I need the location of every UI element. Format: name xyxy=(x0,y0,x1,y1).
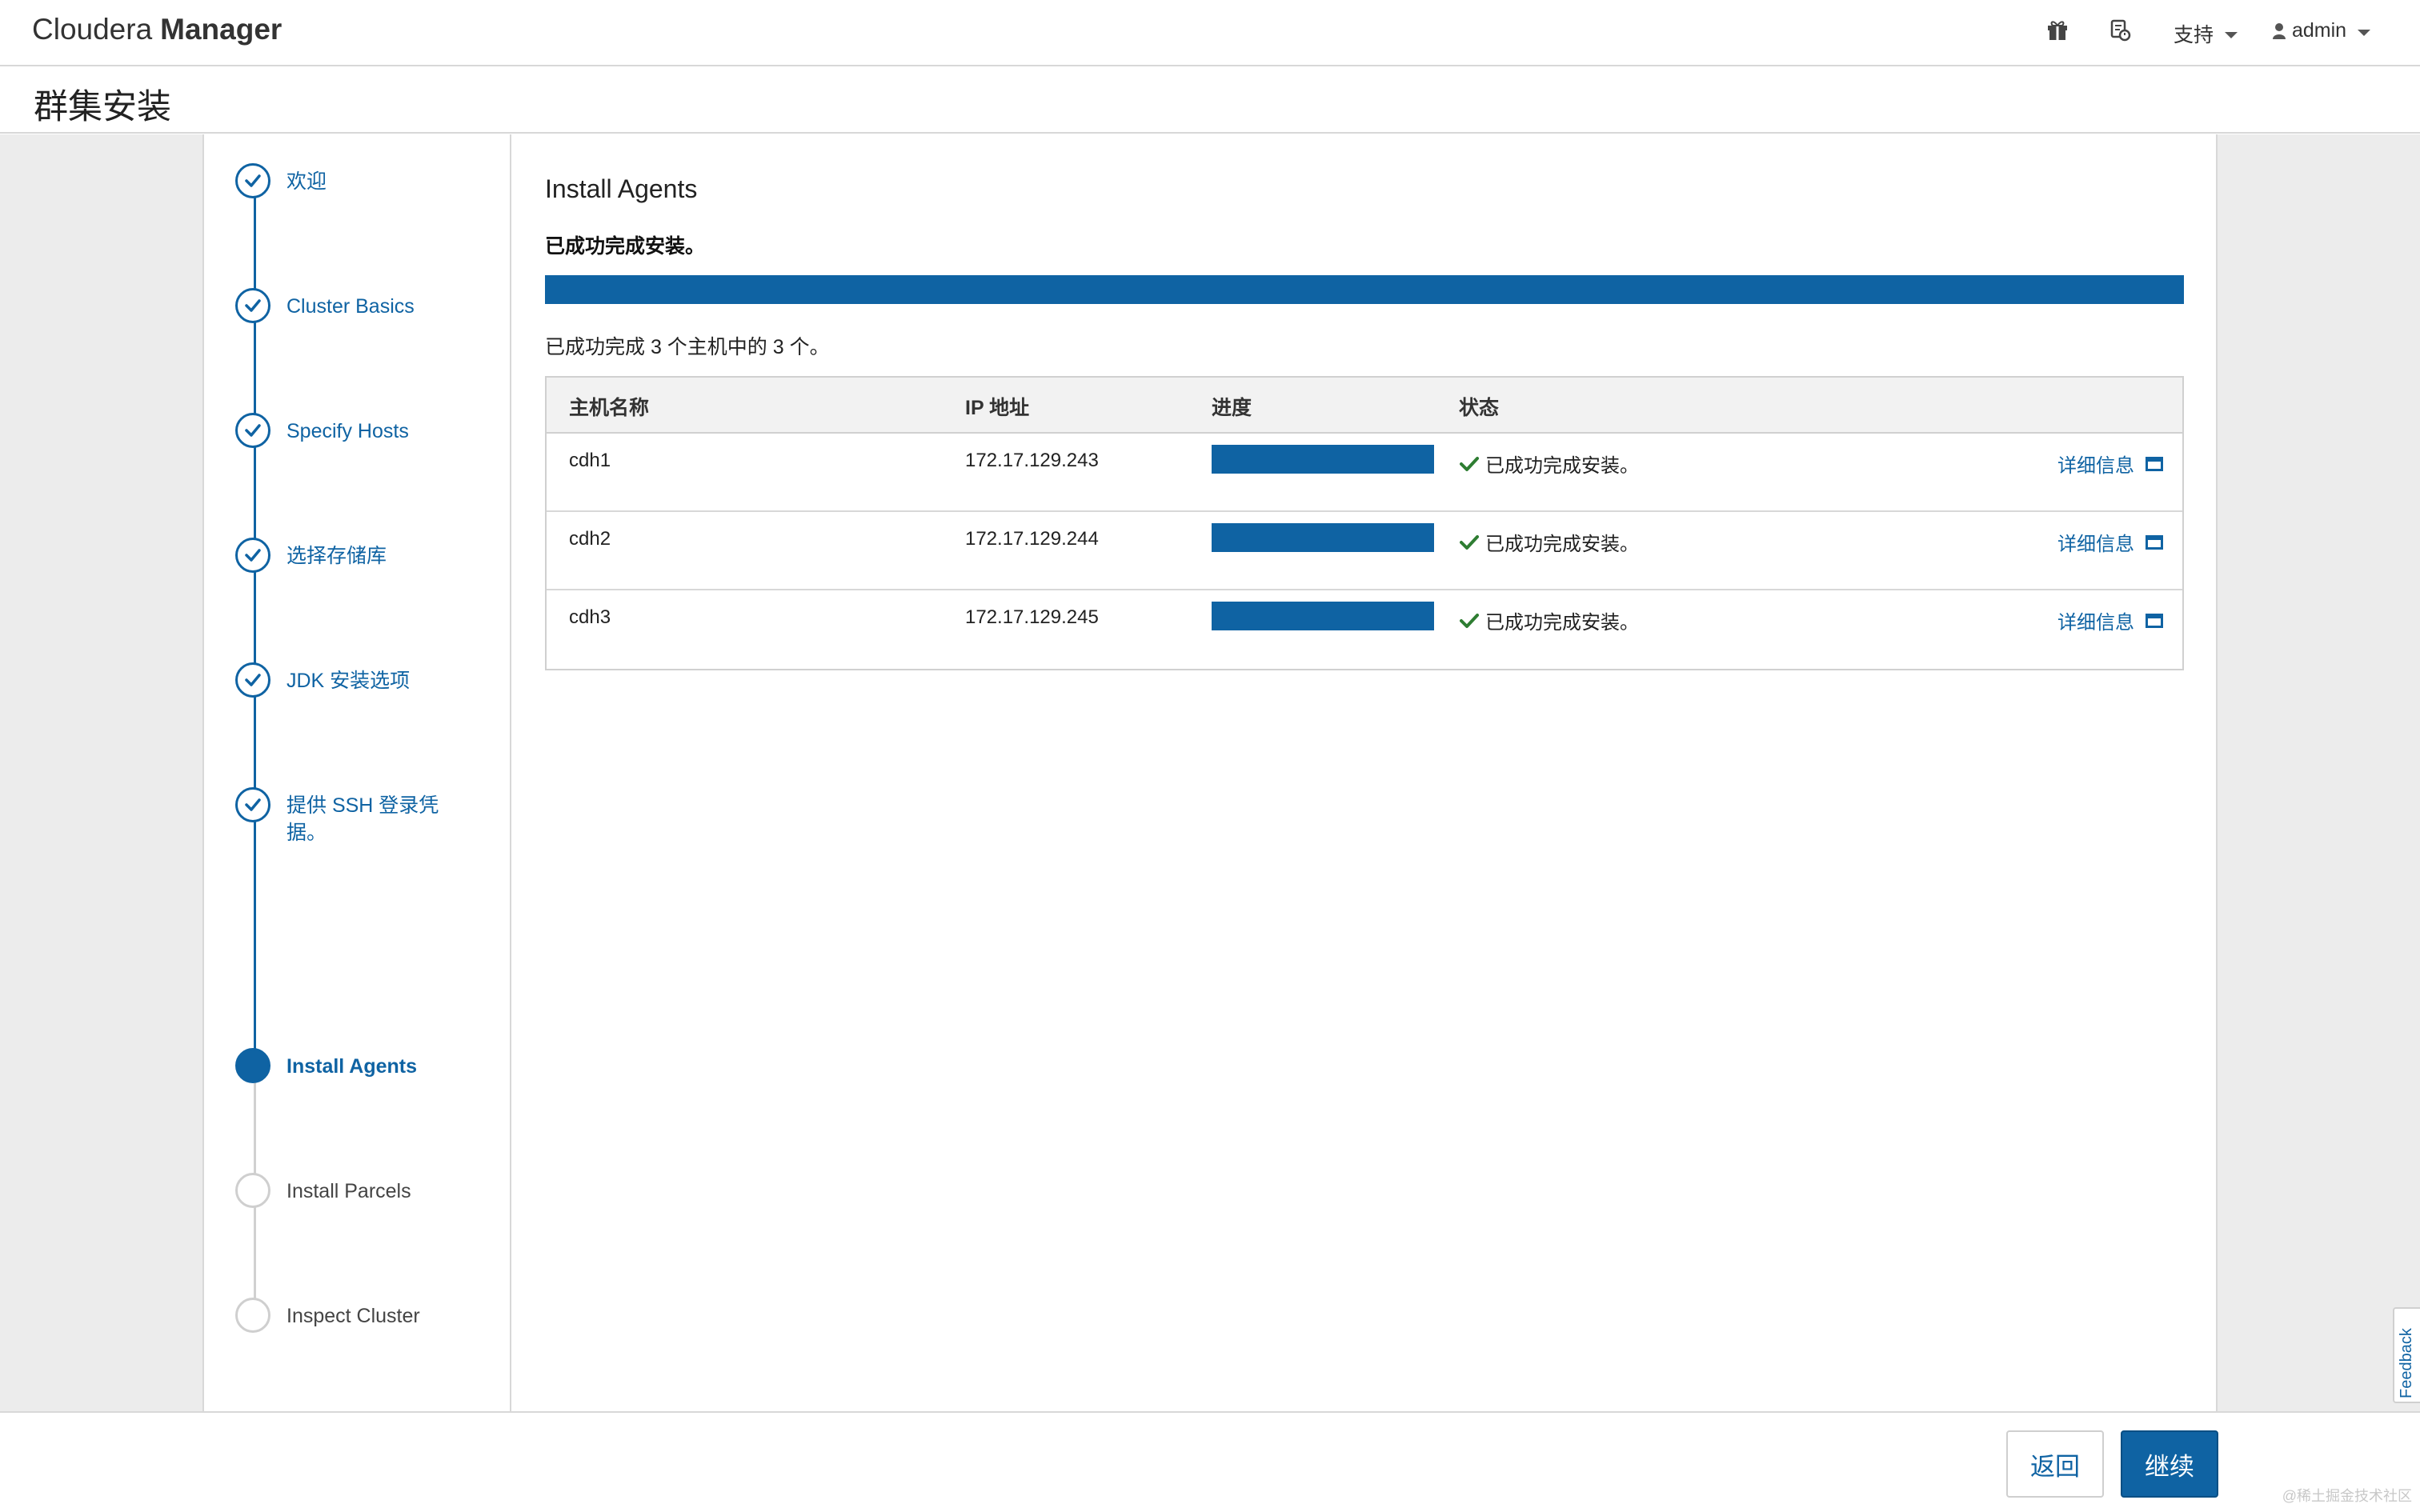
wizard-step-label: 欢迎 xyxy=(286,170,327,193)
gift-icon[interactable] xyxy=(2045,18,2074,46)
user-menu[interactable]: admin xyxy=(2273,19,2371,42)
host-status-text: 已成功完成安装。 xyxy=(1485,455,1639,477)
wizard-panel: 欢迎 Cluster Basics Specify Hosts 选择存储库 JDK 安装… xyxy=(202,134,2218,1411)
wizard-step-label: JDK 安装选项 xyxy=(286,670,411,692)
details-link[interactable]: 详细信息 xyxy=(2057,450,2163,478)
install-summary: 已成功完成安装。 xyxy=(545,235,706,258)
check-icon xyxy=(1460,534,1479,550)
back-button[interactable]: 返回 xyxy=(2006,1430,2104,1498)
host-progress-bar xyxy=(1212,523,1434,552)
column-header-status: 状态 xyxy=(1459,397,1500,419)
popup-window-icon xyxy=(2146,613,2163,628)
step-check-icon xyxy=(235,413,270,448)
chevron-down-icon xyxy=(2225,32,2238,38)
overall-progress-bar xyxy=(545,275,2184,304)
column-header-ip: IP 地址 xyxy=(965,397,1030,419)
column-header-host: 主机名称 xyxy=(569,397,650,419)
host-status: 已成功完成安装。 xyxy=(1460,606,1639,634)
wizard-step[interactable]: JDK 安装选项 xyxy=(235,662,447,698)
install-agents-content: Install Agents 已成功完成安装。 已成功完成 3 个主机中的 3 … xyxy=(545,174,2184,670)
table-row: cdh1 172.17.129.243 已成功完成安装。 详细信息 xyxy=(547,434,2182,512)
top-navbar: Cloudera Manager 支持 admin xyxy=(0,0,2420,66)
wizard-step-label: Install Agents xyxy=(286,1055,417,1078)
wizard-footer: 返回 继续 xyxy=(0,1411,2420,1512)
feedback-label: Feedback xyxy=(2398,1328,2415,1398)
wizard-step: Install Parcels xyxy=(235,1173,447,1208)
user-icon xyxy=(2273,22,2286,39)
popup-window-icon xyxy=(2146,534,2163,550)
watermark: @稀土掘金技术社区 xyxy=(2282,1488,2412,1504)
wizard-step-label: Specify Hosts xyxy=(286,420,409,442)
support-menu[interactable]: 支持 xyxy=(2174,19,2238,48)
host-status-text: 已成功完成安装。 xyxy=(1485,612,1639,634)
host-ip: 172.17.129.243 xyxy=(965,450,1099,471)
step-check-icon xyxy=(235,787,270,822)
step-check-icon xyxy=(235,288,270,323)
wizard-step-label: 选择存储库 xyxy=(286,545,387,567)
section-title: Install Agents xyxy=(545,174,698,203)
wizard-step-label: Inspect Cluster xyxy=(286,1305,420,1327)
feedback-tab[interactable]: Feedback xyxy=(2393,1307,2420,1403)
hosts-table: 主机名称 IP 地址 进度 状态 cdh1 172.17.129.243 已成功完成… xyxy=(545,376,2184,670)
page-title: 群集安装 xyxy=(34,88,171,126)
brand-name: Cloudera xyxy=(32,13,153,46)
host-status-text: 已成功完成安装。 xyxy=(1485,534,1639,555)
host-status: 已成功完成安装。 xyxy=(1460,528,1639,556)
wizard-step: Install Agents xyxy=(235,1048,447,1083)
wizard-steps: 欢迎 Cluster Basics Specify Hosts 选择存储库 JDK 安装… xyxy=(204,134,511,1411)
host-name: cdh2 xyxy=(569,528,611,550)
column-header-progress: 进度 xyxy=(1212,397,1252,419)
details-link[interactable]: 详细信息 xyxy=(2057,606,2163,634)
step-check-icon xyxy=(235,662,270,698)
host-progress-bar xyxy=(1212,445,1434,474)
wizard-step-label: Install Parcels xyxy=(286,1180,411,1202)
continue-button[interactable]: 继续 xyxy=(2121,1430,2218,1498)
step-status-icon xyxy=(235,1298,270,1333)
check-icon xyxy=(1460,456,1479,471)
wizard-step[interactable]: 选择存储库 xyxy=(235,538,447,573)
popup-window-icon xyxy=(2146,456,2163,471)
host-status: 已成功完成安装。 xyxy=(1460,450,1639,478)
wizard-step: Inspect Cluster xyxy=(235,1298,447,1333)
wizard-step-label: Cluster Basics xyxy=(286,295,415,318)
wizard-step[interactable]: 欢迎 xyxy=(235,163,447,198)
brand-product: Manager xyxy=(160,13,282,46)
wizard-step[interactable]: Specify Hosts xyxy=(235,413,447,448)
step-status-icon xyxy=(235,1173,270,1208)
details-link[interactable]: 详细信息 xyxy=(2057,528,2163,556)
table-row: cdh3 172.17.129.245 已成功完成安装。 详细信息 xyxy=(547,590,2182,669)
details-label: 详细信息 xyxy=(2057,455,2134,477)
wizard-step-label: 提供 SSH 登录凭据。 xyxy=(286,794,439,844)
host-ip: 172.17.129.244 xyxy=(965,528,1099,550)
table-row: cdh2 172.17.129.244 已成功完成安装。 详细信息 xyxy=(547,512,2182,590)
host-name: cdh3 xyxy=(569,606,611,628)
chevron-down-icon xyxy=(2358,29,2371,36)
step-check-icon xyxy=(235,538,270,573)
support-label: 支持 xyxy=(2174,24,2214,46)
wizard-step[interactable]: 提供 SSH 登录凭据。 xyxy=(235,787,447,846)
user-label: admin xyxy=(2292,19,2347,42)
host-count-text: 已成功完成 3 个主机中的 3 个。 xyxy=(545,336,830,358)
host-ip: 172.17.129.245 xyxy=(965,606,1099,628)
host-progress-bar xyxy=(1212,602,1434,630)
step-status-icon xyxy=(235,1048,270,1083)
host-name: cdh1 xyxy=(569,450,611,471)
running-tasks-icon[interactable] xyxy=(2108,18,2137,46)
brand-logo[interactable]: Cloudera Manager xyxy=(32,13,282,46)
check-icon xyxy=(1460,613,1479,628)
step-check-icon xyxy=(235,163,270,198)
page-header: 群集安装 xyxy=(0,68,2420,134)
table-header: 主机名称 IP 地址 进度 状态 xyxy=(547,378,2182,434)
details-label: 详细信息 xyxy=(2057,612,2134,634)
wizard-step[interactable]: Cluster Basics xyxy=(235,288,447,323)
details-label: 详细信息 xyxy=(2057,534,2134,555)
